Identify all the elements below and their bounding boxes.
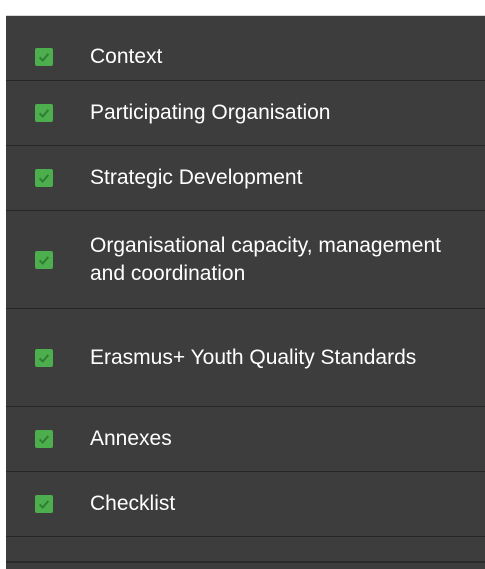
sidebar-item-label: Strategic Development xyxy=(90,166,303,189)
check-icon xyxy=(35,348,53,367)
sidebar-item-label: Checklist xyxy=(90,492,176,515)
sidebar-item-checklist[interactable]: Checklist xyxy=(6,472,485,537)
sidebar-item-strategic-development[interactable]: Strategic Development xyxy=(6,146,485,211)
check-icon xyxy=(35,250,53,269)
sidebar-nav: Context Participating Organisation Strat… xyxy=(6,16,485,537)
sidebar-item-participating-organisation[interactable]: Participating Organisation xyxy=(6,81,485,146)
divider xyxy=(6,561,485,563)
sidebar-item-context[interactable]: Context xyxy=(6,34,485,81)
sidebar-item-label: Context xyxy=(90,45,163,68)
check-icon xyxy=(35,430,53,448)
sidebar-item-label: Erasmus+ Youth Quality Standards xyxy=(90,345,417,369)
sidebar-item-label: Annexes xyxy=(90,427,172,450)
check-icon xyxy=(35,495,53,513)
sidebar-panel: Context Participating Organisation Strat… xyxy=(6,15,485,569)
sidebar-item-label: Organisational capacity, management and … xyxy=(90,233,441,285)
sidebar-item-label: Participating Organisation xyxy=(90,101,331,124)
check-icon xyxy=(35,104,53,122)
sidebar-item-youth-quality-standards[interactable]: Erasmus+ Youth Quality Standards xyxy=(6,309,485,407)
sidebar-item-organisational-capacity[interactable]: Organisational capacity, management and … xyxy=(6,211,485,309)
sidebar-item-annexes[interactable]: Annexes xyxy=(6,407,485,472)
check-icon xyxy=(35,169,53,187)
check-icon xyxy=(35,48,53,66)
